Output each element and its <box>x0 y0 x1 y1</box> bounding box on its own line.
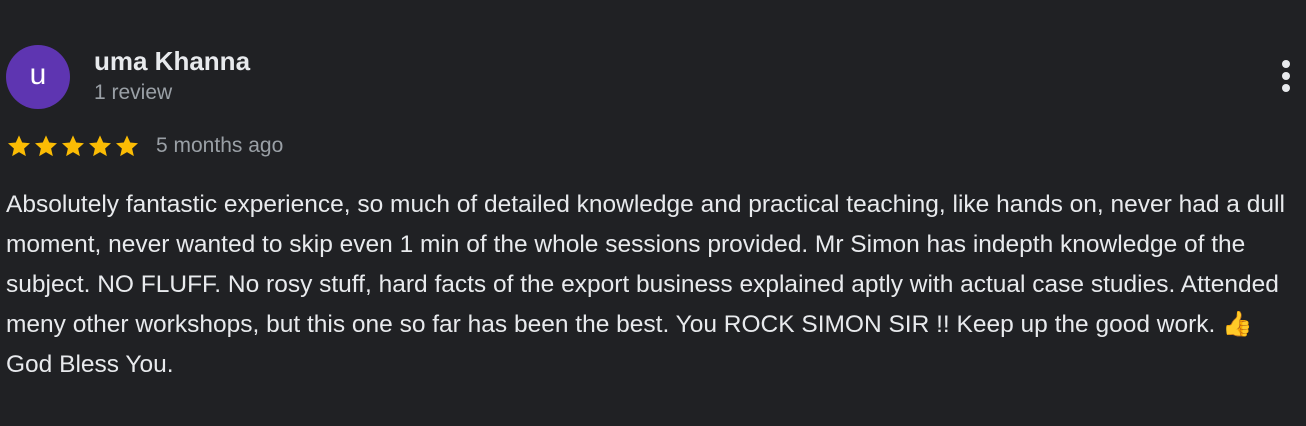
reviewer-name[interactable]: uma Khanna <box>94 45 250 77</box>
rating-row: 5 months ago <box>6 130 283 162</box>
star-icon <box>114 133 140 159</box>
avatar[interactable]: u <box>6 45 70 109</box>
star-icon <box>60 133 86 159</box>
more-options-button[interactable] <box>1272 56 1300 96</box>
star-icon <box>87 133 113 159</box>
star-rating <box>6 133 140 159</box>
review-date: 5 months ago <box>156 134 284 157</box>
review-text: Absolutely fantastic experience, so much… <box>6 191 1285 378</box>
review-count[interactable]: 1 review <box>94 79 172 107</box>
avatar-initial: u <box>29 58 47 91</box>
review-card: u uma Khanna 1 review 5 months ago Absol… <box>0 0 1306 426</box>
more-vert-icon <box>1282 60 1290 92</box>
star-icon <box>6 133 32 159</box>
star-icon <box>33 133 59 159</box>
